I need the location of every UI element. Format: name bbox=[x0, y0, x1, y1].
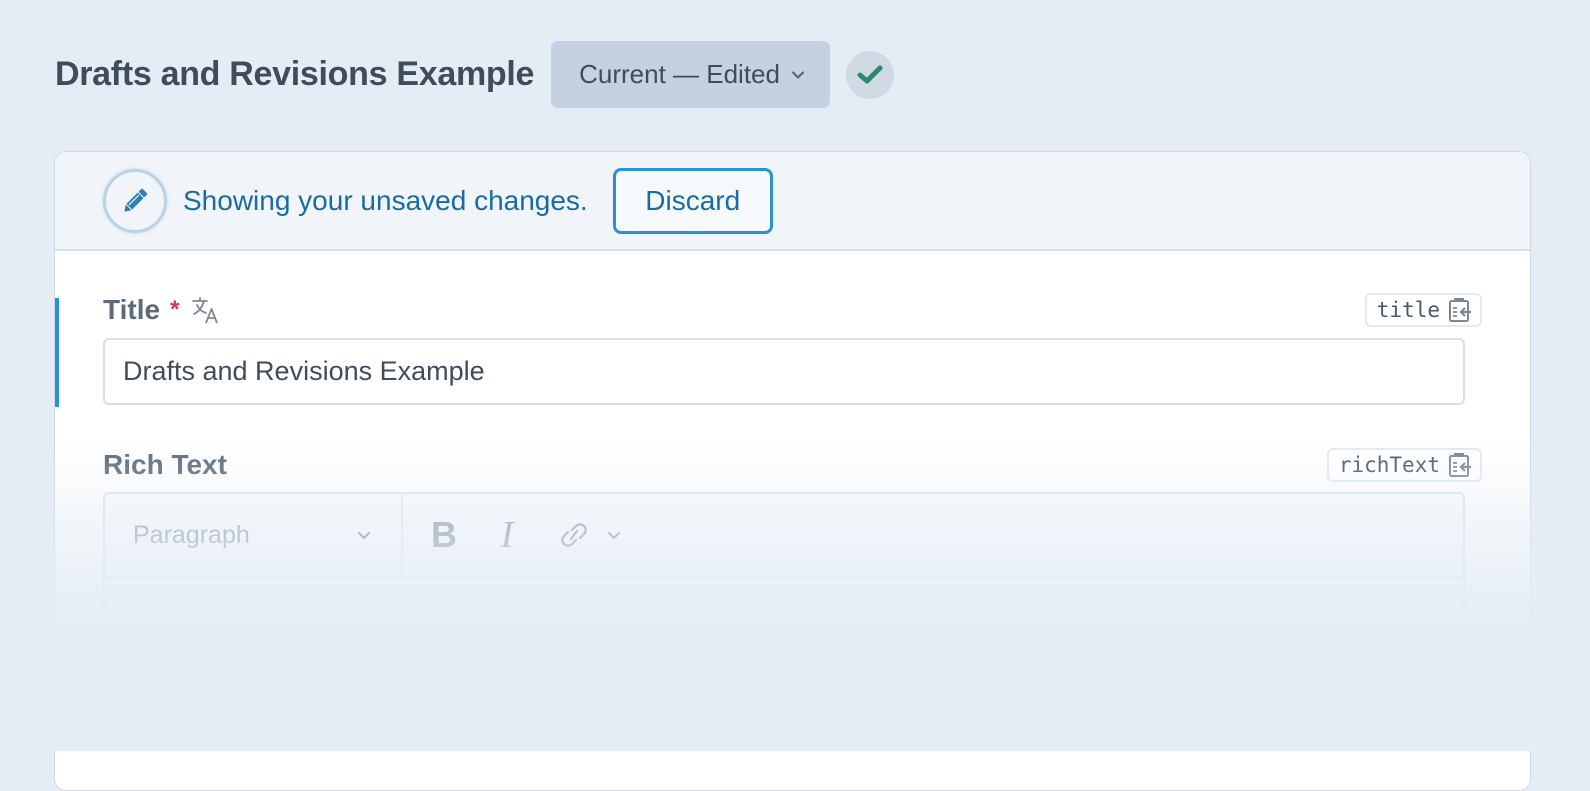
chevron-down-icon bbox=[358, 532, 370, 539]
unsaved-changes-message: Showing your unsaved changes. bbox=[183, 184, 588, 216]
italic-button[interactable]: I bbox=[495, 510, 519, 560]
pencil-icon bbox=[124, 188, 148, 212]
title-field-handle[interactable]: title bbox=[1364, 293, 1482, 327]
page-header: Drafts and Revisions Example Current — E… bbox=[55, 41, 894, 108]
checkmark-icon bbox=[857, 65, 883, 83]
translate-icon bbox=[192, 297, 219, 324]
title-field-label: Title bbox=[103, 294, 161, 325]
title-input[interactable] bbox=[103, 338, 1465, 405]
copy-handle-icon bbox=[1449, 453, 1471, 477]
block-format-value: Paragraph bbox=[133, 520, 250, 549]
rich-text-toolbar: Paragraph B I bbox=[105, 494, 1463, 578]
pencil-icon-badge bbox=[103, 168, 167, 233]
revision-menu-button[interactable]: Current — Edited bbox=[551, 41, 830, 108]
rich-text-content-area[interactable] bbox=[105, 578, 1463, 688]
page-title: Drafts and Revisions Example bbox=[55, 55, 535, 93]
italic-icon: I bbox=[500, 514, 514, 556]
chevron-down-icon bbox=[791, 70, 805, 79]
bold-button[interactable]: B bbox=[427, 510, 461, 560]
chevron-down-icon bbox=[608, 532, 620, 539]
rich-text-field-label: Rich Text bbox=[103, 449, 227, 480]
link-button[interactable] bbox=[559, 510, 623, 560]
block-format-select[interactable]: Paragraph bbox=[105, 494, 403, 576]
bold-icon: B bbox=[431, 514, 457, 555]
saved-status-indicator bbox=[845, 50, 894, 99]
rich-text-handle-text: richText bbox=[1338, 453, 1440, 477]
copy-handle-icon bbox=[1449, 298, 1471, 322]
title-field-header: Title * title bbox=[103, 293, 1482, 327]
revision-label: Current — Edited bbox=[579, 59, 780, 89]
discard-button[interactable]: Discard bbox=[612, 167, 773, 234]
rich-text-field-header: Rich Text richText bbox=[103, 448, 1482, 482]
rich-text-field-handle[interactable]: richText bbox=[1326, 448, 1482, 482]
unsaved-changes-banner: Showing your unsaved changes. Discard bbox=[55, 152, 1530, 251]
modified-field-indicator bbox=[55, 298, 59, 407]
title-handle-text: title bbox=[1376, 298, 1440, 322]
entry-form-card: Showing your unsaved changes. Discard Ti… bbox=[54, 151, 1531, 791]
required-indicator: * bbox=[170, 296, 180, 323]
link-icon bbox=[561, 523, 587, 547]
rich-text-editor: Paragraph B I bbox=[103, 492, 1465, 692]
